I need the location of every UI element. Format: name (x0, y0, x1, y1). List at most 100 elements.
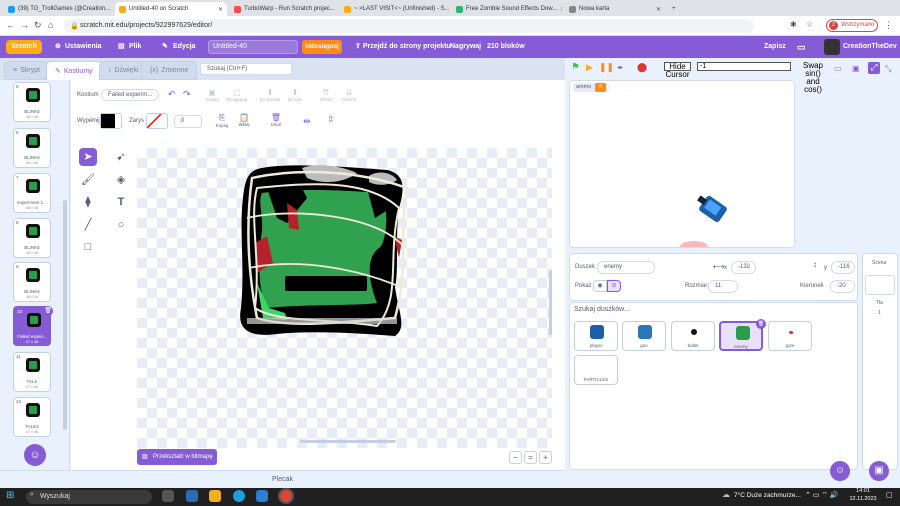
zoom-in-button[interactable]: + (539, 451, 552, 464)
group-button[interactable]: ▣ Grupuj (200, 88, 224, 102)
paint-canvas[interactable] (137, 148, 552, 448)
tutorials-button[interactable]: Nagrywaj (450, 36, 481, 58)
settings-menu[interactable]: Ustawienia (65, 36, 102, 58)
clock-time[interactable]: 14:01 (851, 488, 875, 494)
globe-icon[interactable]: ⊕ (55, 36, 61, 58)
save-button[interactable]: Zapisz (764, 36, 786, 58)
text-tool[interactable]: T (112, 193, 130, 211)
y-input[interactable]: -116 (831, 261, 855, 274)
menu-dots-icon[interactable]: ⋮ (884, 20, 893, 31)
search-blocks-input[interactable]: Szukaj (Ctrl+F) (200, 63, 292, 75)
user-name[interactable]: CreationTheDev (843, 36, 897, 58)
browser-tab[interactable]: Free Zombie Sound Effects Dow...✕ (452, 2, 562, 16)
direction-input[interactable]: -20 (830, 280, 855, 293)
swap-sin-cos-button[interactable]: Swap sin() and cos() (801, 62, 825, 97)
task-view-icon[interactable] (162, 490, 174, 502)
app-icon-1[interactable] (186, 490, 198, 502)
add-costume-button[interactable]: ☺ (24, 444, 46, 466)
paste-button[interactable]: 📋 Wklej (232, 113, 256, 127)
system-tray-icons[interactable]: ⌃ ▭ ⌔ 🔊 (805, 491, 839, 500)
back-button[interactable]: ⇊ Powrót (337, 88, 361, 102)
bookmark-icon[interactable]: ☆ (806, 20, 813, 29)
see-project-button[interactable]: ⇧ Przejdź do strony projektu (355, 36, 451, 58)
forward-button[interactable]: ⬆ Do przodu (258, 88, 282, 102)
file-menu[interactable]: Plik (129, 36, 141, 58)
sprite-item[interactable]: gun (622, 321, 666, 351)
backpack-bar[interactable]: Plecak (0, 470, 565, 488)
fill-color-picker[interactable] (100, 113, 122, 129)
ungroup-button[interactable]: ▢ Rozgrupuj (225, 88, 249, 102)
chrome-icon[interactable] (278, 488, 294, 504)
costume-item[interactable]: 9 BLINK6 46 x 46 (13, 262, 51, 302)
close-tab-icon[interactable]: ✕ (560, 6, 562, 13)
stage-thumbnail[interactable] (865, 275, 895, 295)
browser-tab[interactable]: (39) TG_TrollGames (@Creation...✕ (4, 2, 114, 16)
front-button[interactable]: ⇈ Przód (314, 88, 338, 102)
search-sprites-input[interactable]: Szukaj duszków... (574, 306, 630, 313)
flip-horizontal-icon[interactable]: ⇹ (303, 116, 311, 127)
project-title-input[interactable]: Untitled-40 (208, 40, 298, 54)
x-input[interactable]: -132 (731, 261, 756, 274)
edit-menu[interactable]: Edycja (173, 36, 196, 58)
line-tool[interactable]: ╱ (79, 216, 97, 234)
reshape-tool[interactable]: ➹ (112, 148, 130, 166)
taskbar-search[interactable]: Wyszukaj (26, 490, 152, 504)
file-explorer-icon[interactable] (209, 490, 221, 502)
circle-tool[interactable]: ○ (112, 216, 130, 234)
rectangle-tool[interactable]: □ (79, 238, 97, 256)
clock-date[interactable]: 12.11.2023 (846, 496, 880, 502)
home-icon[interactable]: ⌂ (48, 20, 53, 30)
close-tab-icon[interactable]: ✕ (656, 6, 661, 13)
tab-variables[interactable]: {x} Zmienne (141, 61, 198, 80)
weather-text[interactable]: 7°C Duże zachmurze... (734, 492, 801, 499)
costume-item[interactable]: 7 experiment 1... 46 x 46 (13, 173, 51, 213)
copy-button[interactable]: ⎘ Kopiuj (210, 113, 234, 128)
size-input[interactable]: 11 (708, 280, 738, 293)
browser-tab[interactable]: TurboWarp - Run Scratch projec...✕ (230, 2, 338, 16)
outline-color-picker[interactable] (146, 113, 168, 129)
convert-bitmap-button[interactable]: ▨ Przekształć w bitmapę (137, 449, 217, 465)
share-button[interactable]: Udostępnij (302, 40, 342, 54)
popout-icon[interactable]: ⤡ (885, 64, 891, 74)
delete-costume-icon[interactable]: 🗑 (43, 306, 53, 316)
fill-tool[interactable]: ⧫ (79, 193, 97, 211)
small-stage-icon[interactable]: ▭ (834, 64, 842, 73)
windows-start-icon[interactable]: ⊞ (6, 490, 14, 501)
sprite-item[interactable]: PARTICLES (574, 355, 618, 385)
fullscreen-icon[interactable]: ⤢ (868, 62, 880, 74)
tab-costumes[interactable]: ✎ Kostiumy (46, 61, 102, 80)
sprite-item[interactable]: player (574, 321, 618, 351)
pause-icon[interactable]: ❚❚ (599, 62, 614, 73)
edge-icon[interactable] (233, 490, 245, 502)
notifications-icon[interactable]: ▢ (886, 491, 893, 499)
large-stage-icon[interactable]: ▣ (852, 64, 860, 73)
user-avatar[interactable] (824, 39, 840, 55)
backward-button[interactable]: ⬇ Do tyłu (283, 88, 307, 102)
costume-item[interactable]: 12 TALK2 47 x 46 (13, 397, 51, 437)
extensions-icon[interactable]: ✱ (790, 20, 797, 29)
outline-size-input[interactable]: 0 (174, 115, 202, 128)
delete-sprite-icon[interactable]: 🗑 (756, 319, 766, 329)
canvas-vertical-scrollbar[interactable] (549, 270, 552, 335)
scratch-logo[interactable]: Scratch (6, 40, 42, 54)
costume-item[interactable]: 8 BLINK5 46 x 46 (13, 218, 51, 258)
costume-item[interactable]: 6 BLINK6 46 x 46 (13, 128, 51, 168)
eraser-tool[interactable]: ◈ (112, 171, 130, 189)
browser-tab[interactable]: Untitled-40 on Scratch ✕ (115, 2, 227, 16)
add-sprite-button[interactable]: ☺ (830, 461, 850, 481)
stop-icon[interactable]: ⬤ (637, 62, 647, 73)
costume-item[interactable]: 5 BLINK5 46 x 46 (13, 82, 51, 122)
close-tab-icon[interactable]: ✕ (113, 6, 114, 13)
green-flag-icon[interactable]: ⚑ (571, 62, 580, 73)
stage-canvas[interactable] (569, 80, 795, 248)
browser-tab[interactable]: Nowa karta ✕ (565, 2, 665, 16)
sprite-name-input[interactable]: enemy (597, 261, 655, 274)
tab-code[interactable]: ≡ Skrypt (4, 61, 49, 80)
forward-icon[interactable]: → (20, 20, 29, 30)
play-icon[interactable]: ▶ (586, 62, 593, 73)
close-tab-icon[interactable]: ✕ (218, 6, 223, 13)
stage-input-field[interactable]: -1 (697, 62, 791, 71)
redo-icon[interactable]: ↷ (183, 89, 191, 100)
costume-item[interactable]: 11 TALK 47 x 46 (13, 352, 51, 392)
brush-tool[interactable]: 🖌 (79, 171, 97, 189)
